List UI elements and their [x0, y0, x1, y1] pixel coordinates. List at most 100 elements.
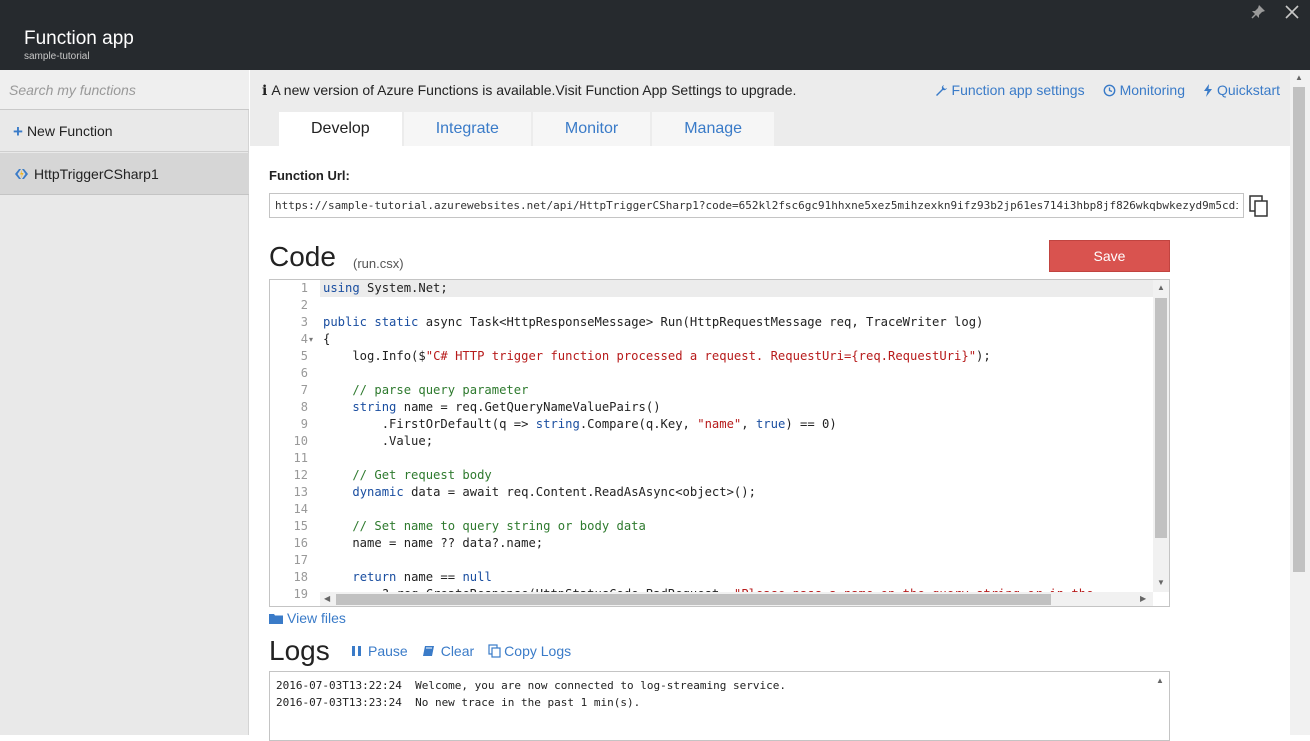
- scroll-left-icon[interactable]: ◀: [324, 594, 330, 603]
- bolt-icon: [1203, 83, 1212, 97]
- notice-text: A new version of Azure Functions is avai…: [271, 82, 797, 98]
- code-line: dynamic data = await req.Content.ReadAsA…: [352, 484, 756, 499]
- top-links: Function app settings Monitoring Quickst…: [935, 82, 1280, 98]
- code-filename: (run.csx): [353, 256, 404, 271]
- clear-label: Clear: [440, 643, 475, 659]
- settings-label: Function app settings: [951, 82, 1085, 98]
- tab-integrate[interactable]: Integrate: [403, 112, 531, 146]
- logs-output[interactable]: 2016-07-03T13:22:24 Welcome, you are now…: [269, 671, 1170, 741]
- code-heading: Code: [269, 241, 336, 272]
- save-button[interactable]: Save: [1049, 240, 1170, 272]
- line-number: 15: [293, 519, 308, 533]
- app-subtitle: sample-tutorial: [24, 51, 90, 62]
- code-editor[interactable]: 1 2 3 4 5 6 7 8 9 10 11 12 13 14 15 16 17 18 19 ▾ using Sys…: [269, 279, 1170, 607]
- editor-horizontal-scrollbar[interactable]: ◀ ▶: [320, 592, 1153, 606]
- sidebar-item-function[interactable]: HttpTriggerCSharp1: [0, 153, 249, 195]
- pause-logs-button[interactable]: Pause: [351, 643, 408, 659]
- log-actions: Pause Clear Copy Logs: [351, 643, 571, 659]
- tab-bar: Develop Integrate Monitor Manage: [279, 112, 776, 146]
- editor-vertical-scroll-thumb[interactable]: [1155, 298, 1167, 538]
- close-icon[interactable]: [1284, 4, 1300, 20]
- function-url-label: Function Url:: [269, 168, 350, 183]
- sidebar: + New Function HttpTriggerCSharp1: [0, 70, 249, 735]
- upgrade-notice: iA new version of Azure Functions is ava…: [262, 82, 796, 99]
- function-app-settings-link[interactable]: Function app settings: [935, 82, 1085, 98]
- clear-logs-button[interactable]: Clear: [422, 643, 474, 659]
- info-icon: i: [262, 83, 268, 99]
- line-number: 2: [300, 298, 308, 312]
- lightning-function-icon: [15, 168, 28, 179]
- line-number: 13: [293, 485, 308, 499]
- quickstart-link[interactable]: Quickstart: [1203, 82, 1280, 98]
- line-number: 18: [293, 570, 308, 584]
- code-lines: using System.Net; public static async Tas…: [323, 280, 1153, 601]
- pin-icon[interactable]: [1250, 4, 1266, 20]
- page-vertical-scrollbar[interactable]: ▲: [1290, 70, 1310, 735]
- line-number: 16: [293, 536, 308, 550]
- editor-horizontal-scroll-thumb[interactable]: [336, 594, 1051, 605]
- copy-logs-icon: [488, 644, 501, 658]
- pause-label: Pause: [368, 643, 408, 659]
- view-files-link[interactable]: View files: [269, 610, 346, 626]
- code-line: .Value;: [323, 433, 434, 448]
- monitoring-link[interactable]: Monitoring: [1103, 82, 1185, 98]
- code-line: // parse query parameter: [323, 382, 529, 397]
- code-line: name = name ?? data?.name;: [323, 535, 544, 550]
- tab-manage[interactable]: Manage: [652, 112, 775, 146]
- copy-logs-button[interactable]: Copy Logs: [488, 643, 571, 659]
- scroll-up-icon[interactable]: ▲: [1157, 283, 1165, 292]
- quickstart-label: Quickstart: [1216, 82, 1280, 98]
- pause-icon: [352, 646, 361, 656]
- line-number: 17: [293, 553, 308, 567]
- line-number: 8: [300, 400, 308, 414]
- plus-icon: +: [13, 121, 23, 141]
- line-number: 7: [300, 383, 308, 397]
- search-functions-input[interactable]: [0, 70, 249, 110]
- code-line: using System.Net;: [323, 280, 448, 295]
- line-number: 3: [300, 315, 308, 329]
- log-entry: 2016-07-03T13:23:24 No new trace in the …: [276, 696, 641, 709]
- line-number: 1: [300, 281, 308, 295]
- line-number: 10: [293, 434, 308, 448]
- line-number: 9: [300, 417, 308, 431]
- code-line: // Set name to query string or body data: [323, 518, 646, 533]
- code-line: log.Info($"C# HTTP trigger function proc…: [323, 348, 991, 363]
- blade-header: Function app sample-tutorial: [0, 0, 1310, 70]
- copy-icon[interactable]: [1248, 194, 1270, 218]
- code-line: string name = req.GetQueryNameValuePairs…: [352, 399, 661, 414]
- page-scroll-thumb[interactable]: [1293, 87, 1305, 572]
- fold-arrow-icon[interactable]: ▾: [309, 335, 313, 344]
- code-line: // Get request body: [323, 467, 492, 482]
- copy-logs-label: Copy Logs: [504, 643, 572, 659]
- app-title: Function app: [24, 28, 134, 49]
- line-number: 4: [300, 332, 308, 346]
- logs-scroll-up-icon[interactable]: ▲: [1156, 676, 1164, 685]
- scroll-right-icon[interactable]: ▶: [1140, 594, 1146, 603]
- main-panel: iA new version of Azure Functions is ava…: [250, 70, 1290, 741]
- code-line: public static async Task<HttpResponseMes…: [323, 314, 984, 329]
- function-url-field[interactable]: [269, 193, 1244, 218]
- line-number: 12: [293, 468, 308, 482]
- notice-bar: iA new version of Azure Functions is ava…: [250, 70, 1290, 146]
- clear-icon: [422, 646, 434, 656]
- line-number: 19: [293, 587, 308, 601]
- folder-icon: [269, 613, 283, 624]
- line-number: 14: [293, 502, 308, 516]
- editor-vertical-scrollbar[interactable]: ▲ ▼: [1153, 280, 1169, 592]
- line-number: 6: [300, 366, 308, 380]
- wrench-icon: [935, 84, 947, 96]
- scroll-down-icon[interactable]: ▼: [1157, 578, 1165, 587]
- line-number-gutter: 1 2 3 4 5 6 7 8 9 10 11 12 13 14 15 16 17 18 19 ▾: [270, 280, 320, 606]
- monitoring-label: Monitoring: [1119, 82, 1185, 98]
- code-line: .FirstOrDefault(q => string.Compare(q.Ke…: [323, 416, 837, 431]
- new-function-label: New Function: [26, 123, 113, 139]
- view-files-label: View files: [287, 610, 346, 626]
- line-number: 5: [300, 349, 308, 363]
- new-function-button[interactable]: + New Function: [0, 111, 249, 152]
- log-entry: 2016-07-03T13:22:24 Welcome, you are now…: [276, 679, 786, 692]
- tab-monitor[interactable]: Monitor: [532, 112, 651, 146]
- code-line: {: [323, 331, 331, 346]
- tab-develop[interactable]: Develop: [279, 112, 402, 146]
- page-scroll-up-icon[interactable]: ▲: [1295, 73, 1303, 82]
- function-name-label: HttpTriggerCSharp1: [34, 165, 159, 182]
